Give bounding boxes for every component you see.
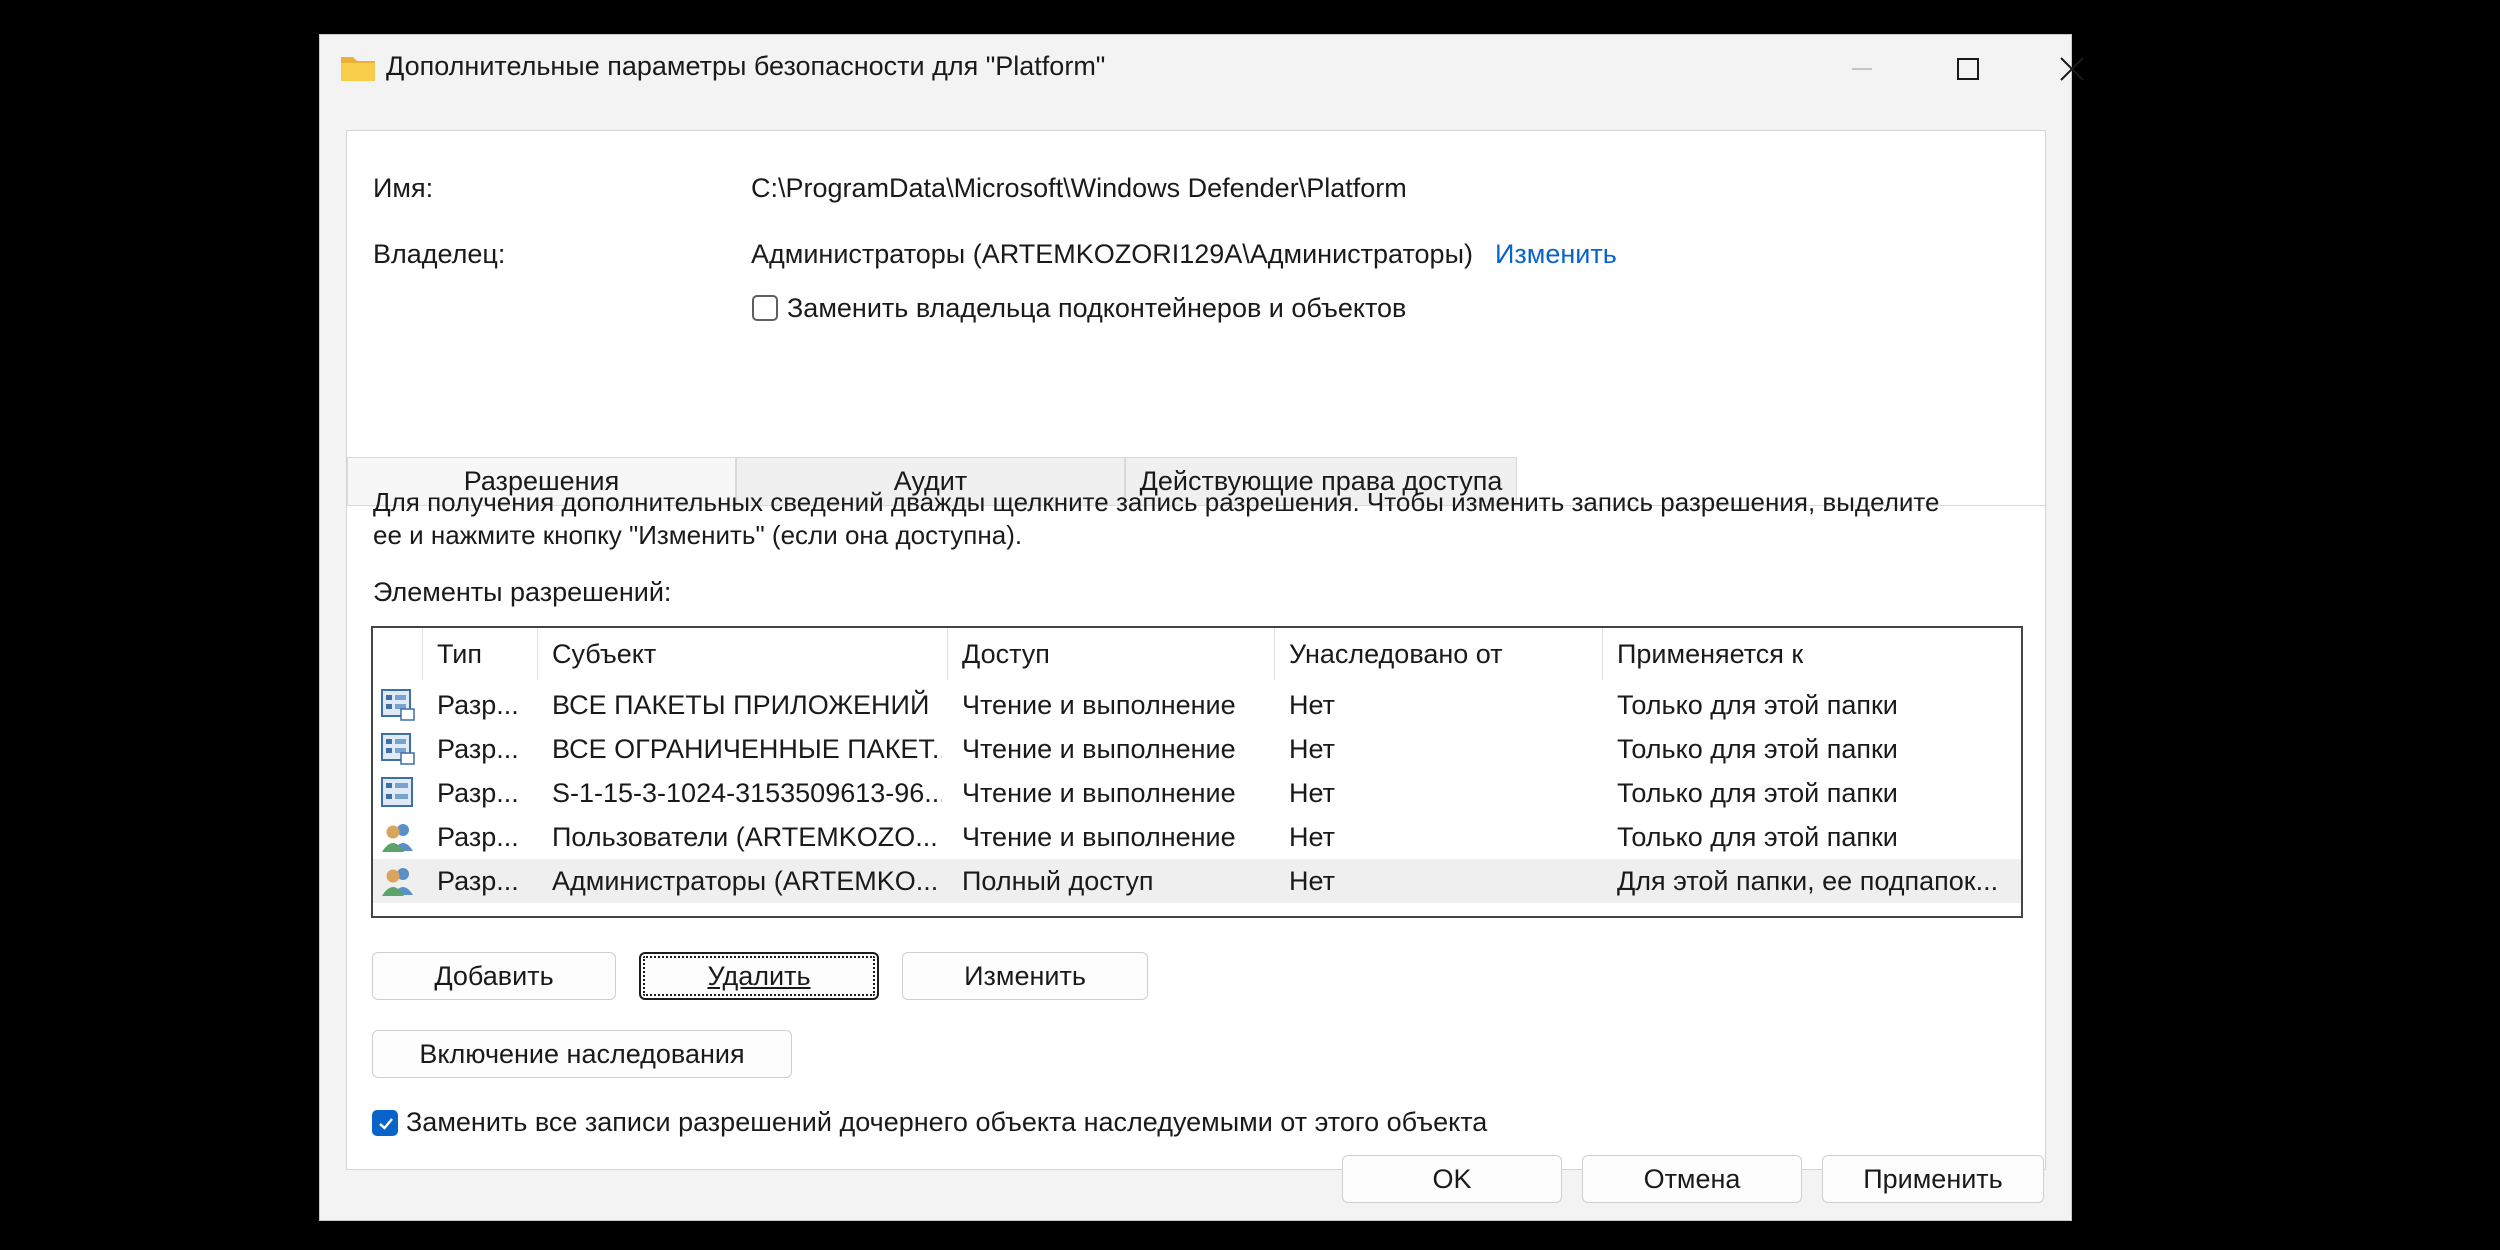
remove-button[interactable]: Удалить (639, 952, 879, 1000)
add-button[interactable]: Добавить (372, 952, 616, 1000)
title-bar[interactable]: Дополнительные параметры безопасности дл… (320, 35, 2084, 103)
app-package-icon (381, 689, 415, 721)
cell-principal: Пользователи (ARTEMKOZO... (552, 822, 938, 852)
column-header-access[interactable]: Доступ (948, 628, 1275, 680)
cell-inherited: Нет (1289, 866, 1335, 896)
permissions-description: Для получения дополнительных сведений дв… (373, 486, 2023, 552)
cell-principal: S-1-15-3-1024-3153509613-96... (552, 778, 942, 808)
maximize-icon (1957, 58, 1979, 80)
replace-owner-label[interactable]: Заменить владельца подконтейнеров и объе… (787, 293, 1406, 324)
edit-button[interactable]: Изменить (902, 952, 1148, 1000)
cell-type: Разр... (437, 866, 519, 896)
description-line: Для получения дополнительных сведений дв… (373, 487, 1940, 517)
maximize-button[interactable] (1916, 35, 2020, 103)
user-group-icon (382, 868, 413, 896)
enable-inheritance-label: Включение наследования (419, 1038, 745, 1069)
app-package-icon (381, 733, 415, 765)
cell-principal: Администраторы (ARTEMKO... (552, 866, 939, 896)
cell-type: Разр... (437, 734, 519, 764)
column-header-inherited[interactable]: Унаследовано от (1275, 628, 1603, 680)
change-owner-link[interactable]: Изменить (1495, 239, 1617, 270)
ok-button-label: OK (1432, 1163, 1472, 1194)
column-header-icon (373, 628, 423, 680)
column-header-applies-to[interactable]: Применяется к (1603, 628, 2021, 680)
cell-applies-to: Только для этой папки (1617, 734, 1898, 764)
name-label: Имя: (373, 173, 434, 203)
column-header-type[interactable]: Тип (423, 628, 538, 680)
column-header-principal[interactable]: Субъект (538, 628, 948, 680)
cell-inherited: Нет (1289, 734, 1335, 764)
cell-access: Чтение и выполнение (962, 734, 1236, 764)
user-group-icon (382, 824, 413, 852)
cell-access: Чтение и выполнение (962, 822, 1236, 852)
apply-button-label: Применить (1863, 1163, 2003, 1194)
cell-inherited: Нет (1289, 778, 1335, 808)
minimize-icon (1852, 68, 1872, 70)
replace-child-permissions-checkbox[interactable] (372, 1110, 398, 1136)
description-line: ее и нажмите кнопку "Изменить" (если она… (373, 520, 1023, 550)
cell-type: Разр... (437, 822, 519, 852)
cancel-button[interactable]: Отмена (1582, 1155, 1802, 1203)
replace-child-permissions-label[interactable]: Заменить все записи разрешений дочернего… (406, 1107, 1487, 1138)
apply-button[interactable]: Применить (1822, 1155, 2044, 1203)
cell-access: Полный доступ (962, 866, 1154, 896)
cell-type: Разр... (437, 690, 519, 720)
permission-entries-label: Элементы разрешений: (373, 577, 672, 607)
cell-type: Разр... (437, 778, 519, 808)
content-panel: Имя: C:\ProgramData\Microsoft\Windows De… (346, 130, 2046, 1170)
cell-inherited: Нет (1289, 822, 1335, 852)
owner-value: Администраторы (ARTEMKOZORI129A\Админист… (751, 239, 1473, 269)
cell-principal: ВСЕ ОГРАНИЧЕННЫЕ ПАКЕТ... (552, 734, 942, 764)
close-icon (2060, 57, 2084, 81)
owner-label: Владелец: (373, 239, 506, 269)
add-button-label: Добавить (434, 960, 554, 991)
permission-row[interactable]: Разр... S-1-15-3-1024-3153509613-96... Ч… (373, 771, 2021, 815)
enable-inheritance-button[interactable]: Включение наследования (372, 1030, 792, 1078)
cell-applies-to: Только для этой папки (1617, 778, 1898, 808)
cancel-button-label: Отмена (1643, 1163, 1741, 1194)
permission-row[interactable]: Разр... ВСЕ ОГРАНИЧЕННЫЕ ПАКЕТ... Чтение… (373, 727, 2021, 771)
window-title: Дополнительные параметры безопасности дл… (386, 51, 1106, 81)
object-path: C:\ProgramData\Microsoft\Windows Defende… (751, 173, 1407, 203)
folder-icon (341, 57, 375, 81)
remove-button-label: Удалить (707, 960, 811, 991)
ok-button[interactable]: OK (1342, 1155, 1562, 1203)
app-package-icon (381, 777, 413, 807)
edit-button-label: Изменить (964, 960, 1086, 991)
close-button[interactable] (2020, 35, 2124, 103)
replace-owner-checkbox[interactable] (752, 295, 778, 321)
permission-row[interactable]: Разр... Пользователи (ARTEMKOZO... Чтени… (373, 815, 2021, 859)
permission-entries-list[interactable]: Тип Субъект Доступ Унаследовано от Приме… (371, 626, 2023, 918)
minimize-button[interactable] (1810, 35, 1914, 103)
permission-row[interactable]: Разр... ВСЕ ПАКЕТЫ ПРИЛОЖЕНИЙ Чтение и в… (373, 683, 2021, 727)
permission-row-selected[interactable]: Разр... Администраторы (ARTEMKO... Полны… (373, 859, 2021, 903)
cell-inherited: Нет (1289, 690, 1335, 720)
cell-access: Чтение и выполнение (962, 778, 1236, 808)
cell-applies-to: Только для этой папки (1617, 690, 1898, 720)
cell-applies-to: Для этой папки, ее подпапок... (1617, 866, 1999, 896)
advanced-security-dialog: Дополнительные параметры безопасности дл… (319, 34, 2084, 1221)
cell-access: Чтение и выполнение (962, 690, 1236, 720)
checkmark-icon (379, 1118, 393, 1130)
cell-principal: ВСЕ ПАКЕТЫ ПРИЛОЖЕНИЙ (552, 690, 930, 720)
cell-applies-to: Только для этой папки (1617, 822, 1898, 852)
